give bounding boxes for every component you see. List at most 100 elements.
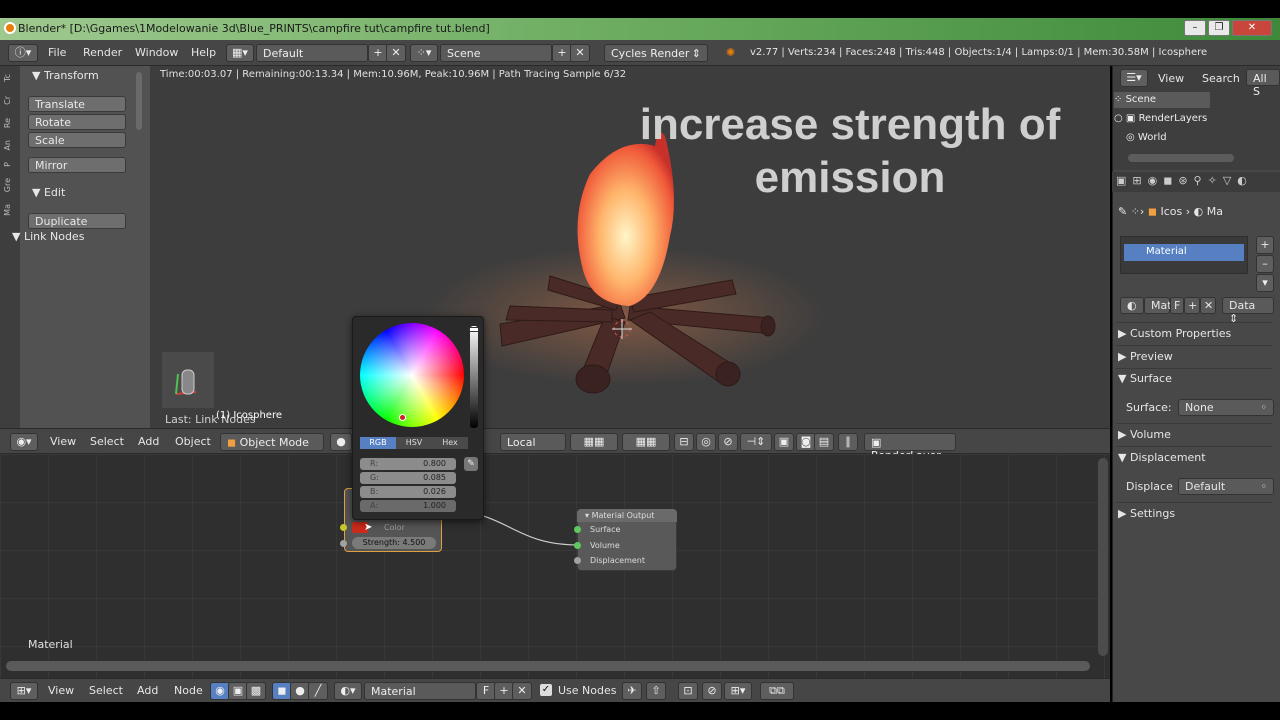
outliner-menu-search[interactable]: Search <box>1202 72 1240 85</box>
vp-menu-add[interactable]: Add <box>138 435 159 448</box>
node-snap-icon[interactable]: ⊡ <box>678 682 698 700</box>
eyedropper-icon[interactable]: ✎ <box>464 457 478 471</box>
render-anim-icon[interactable]: ▤ <box>814 433 834 451</box>
tab-hsv[interactable]: HSV <box>396 437 432 449</box>
green-field[interactable]: G: 0.085 <box>360 472 456 484</box>
panel-settings[interactable]: ▶ Settings <box>1118 507 1272 520</box>
panel-volume[interactable]: ▶ Volume <box>1118 428 1272 441</box>
minimize-button[interactable]: – <box>1184 20 1206 36</box>
layout-grid-icon[interactable]: ▦▾ <box>226 44 254 62</box>
pin-icon[interactable]: ✎ <box>1118 205 1127 218</box>
slot-menu-icon[interactable]: ▾ <box>1256 274 1274 292</box>
remove-slot-icon[interactable]: – <box>1256 255 1274 273</box>
tab-create[interactable]: Cr <box>3 96 17 105</box>
render-engine-dropdown[interactable]: Cycles Render ⇕ <box>604 44 708 62</box>
render-camera-icon[interactable]: ◙ <box>796 433 816 451</box>
remove-scene-icon[interactable]: ✕ <box>570 44 590 62</box>
tool-shelf-scrollbar[interactable] <box>136 72 142 130</box>
world-shader-icon[interactable]: ● <box>290 682 310 700</box>
remove-layout-icon[interactable]: ✕ <box>386 44 406 62</box>
edit-panel-title[interactable]: ▼ Edit <box>32 186 65 199</box>
properties-context-icons[interactable]: ▣⊞◉◼⊛⚲✧▽◐ <box>1116 174 1253 187</box>
node-snap-element-icon[interactable]: ⊞▾ <box>724 682 752 700</box>
panel-custom-properties[interactable]: ▶ Custom Properties <box>1118 327 1272 340</box>
vp-menu-select[interactable]: Select <box>90 435 124 448</box>
material-add-icon[interactable]: + <box>1184 297 1200 314</box>
emission-strength-socket[interactable] <box>340 540 347 547</box>
snap-target-icon[interactable]: ▣ <box>774 433 794 451</box>
use-nodes-checkbox[interactable]: ✓ <box>540 684 552 696</box>
parent-node-icon[interactable]: ⇧ <box>646 682 666 700</box>
tab-animation[interactable]: An <box>3 140 17 151</box>
menu-window[interactable]: Window <box>135 46 178 59</box>
fake-user-button[interactable]: F <box>476 682 496 700</box>
add-layout-icon[interactable]: + <box>368 44 388 62</box>
outliner-scrollbar[interactable] <box>1128 154 1234 162</box>
output-displacement-socket[interactable] <box>574 557 581 564</box>
menu-help[interactable]: Help <box>191 46 216 59</box>
emission-strength-field[interactable]: Strength: 4.500 <box>352 537 436 549</box>
proportional-edit-icon[interactable]: ◎ <box>696 433 716 451</box>
blue-field[interactable]: B: 0.026 <box>360 486 456 498</box>
surface-shader-dropdown[interactable]: None ◦ <box>1178 399 1274 416</box>
texture-nodes-icon[interactable]: ▩ <box>246 682 266 700</box>
material-browse-icon[interactable]: ◐▾ <box>334 682 362 700</box>
add-slot-icon[interactable]: + <box>1256 236 1274 254</box>
backdrop-icon[interactable]: ✈ <box>622 682 642 700</box>
node-magnet-icon[interactable]: ⊘ <box>702 682 722 700</box>
emission-color-socket[interactable] <box>340 524 347 531</box>
tab-grease-pencil[interactable]: Gre <box>3 178 17 192</box>
layout-field[interactable]: Default <box>256 44 368 62</box>
material-browse-props-icon[interactable]: ◐ <box>1120 297 1144 314</box>
node-menu-view[interactable]: View <box>48 684 74 697</box>
lock-layers-icon[interactable]: ⊟ <box>674 433 694 451</box>
vp-menu-object[interactable]: Object <box>175 435 211 448</box>
add-scene-icon[interactable]: + <box>552 44 572 62</box>
tab-relations[interactable]: Re <box>3 118 17 128</box>
transform-panel-title[interactable]: ▼ Transform <box>32 69 99 82</box>
panel-surface[interactable]: ▼ Surface <box>1118 372 1272 385</box>
node-menu-add[interactable]: Add <box>137 684 158 697</box>
scene-icon[interactable]: ⁘▾ <box>410 44 438 62</box>
line-style-icon[interactable]: ╱ <box>308 682 328 700</box>
material-fake-user[interactable]: F <box>1170 297 1184 314</box>
color-wheel-cursor[interactable] <box>399 414 406 421</box>
node-editor[interactable] <box>0 454 1110 678</box>
value-slider-handle[interactable] <box>469 327 479 332</box>
render-layer-field[interactable]: ▣ RenderLayer <box>864 433 956 462</box>
editor-type-3d-icon[interactable]: ◉▾ <box>10 433 38 451</box>
material-field-props[interactable]: Mat <box>1144 297 1172 314</box>
tab-tools[interactable]: Tc <box>3 74 17 82</box>
editor-type-outliner-icon[interactable]: ☰▾ <box>1120 69 1148 87</box>
editor-type-info-icon[interactable]: ⓘ▾ <box>8 44 38 62</box>
pause-icon[interactable]: ∥ <box>838 433 858 451</box>
material-slot-item[interactable]: Material <box>1124 244 1244 261</box>
panel-displacement[interactable]: ▼ Displacement <box>1118 451 1272 464</box>
object-shader-icon[interactable]: ◼ <box>272 682 292 700</box>
color-wheel[interactable] <box>360 323 464 427</box>
snap-element-icon[interactable]: ⊣⇕ <box>740 433 772 451</box>
mode-dropdown[interactable]: ◼ Object Mode <box>220 433 324 451</box>
shading-sphere-icon[interactable]: ● <box>330 433 352 451</box>
outliner-item-world[interactable]: ◎ World <box>1126 132 1167 143</box>
material-unlink-icon[interactable]: ✕ <box>1200 297 1216 314</box>
tab-physics[interactable]: P <box>3 162 17 167</box>
panel-preview[interactable]: ▶ Preview <box>1118 350 1272 363</box>
close-button[interactable]: ✕ <box>1232 20 1272 36</box>
menu-render[interactable]: Render <box>83 46 122 59</box>
displace-dropdown[interactable]: Default ◦ <box>1178 478 1274 495</box>
material-name-field[interactable]: Material <box>364 682 476 700</box>
scale-button[interactable]: Scale <box>28 132 126 148</box>
editor-type-node-icon[interactable]: ⊞▾ <box>10 682 38 700</box>
node-editor-hscroll[interactable] <box>6 661 1090 671</box>
vp-menu-view[interactable]: View <box>50 435 76 448</box>
unlink-material-icon[interactable]: ✕ <box>512 682 532 700</box>
shader-nodes-icon[interactable]: ◉ <box>210 682 230 700</box>
compositing-nodes-icon[interactable]: ▣ <box>228 682 248 700</box>
outliner-menu-view[interactable]: View <box>1158 72 1184 85</box>
tab-hex[interactable]: Hex <box>432 437 468 449</box>
node-editor-vscroll[interactable] <box>1098 458 1108 656</box>
node-menu-select[interactable]: Select <box>89 684 123 697</box>
material-output-header[interactable]: ▾ Material Output <box>577 509 677 522</box>
transform-orientation-dropdown[interactable]: Local <box>500 433 566 451</box>
